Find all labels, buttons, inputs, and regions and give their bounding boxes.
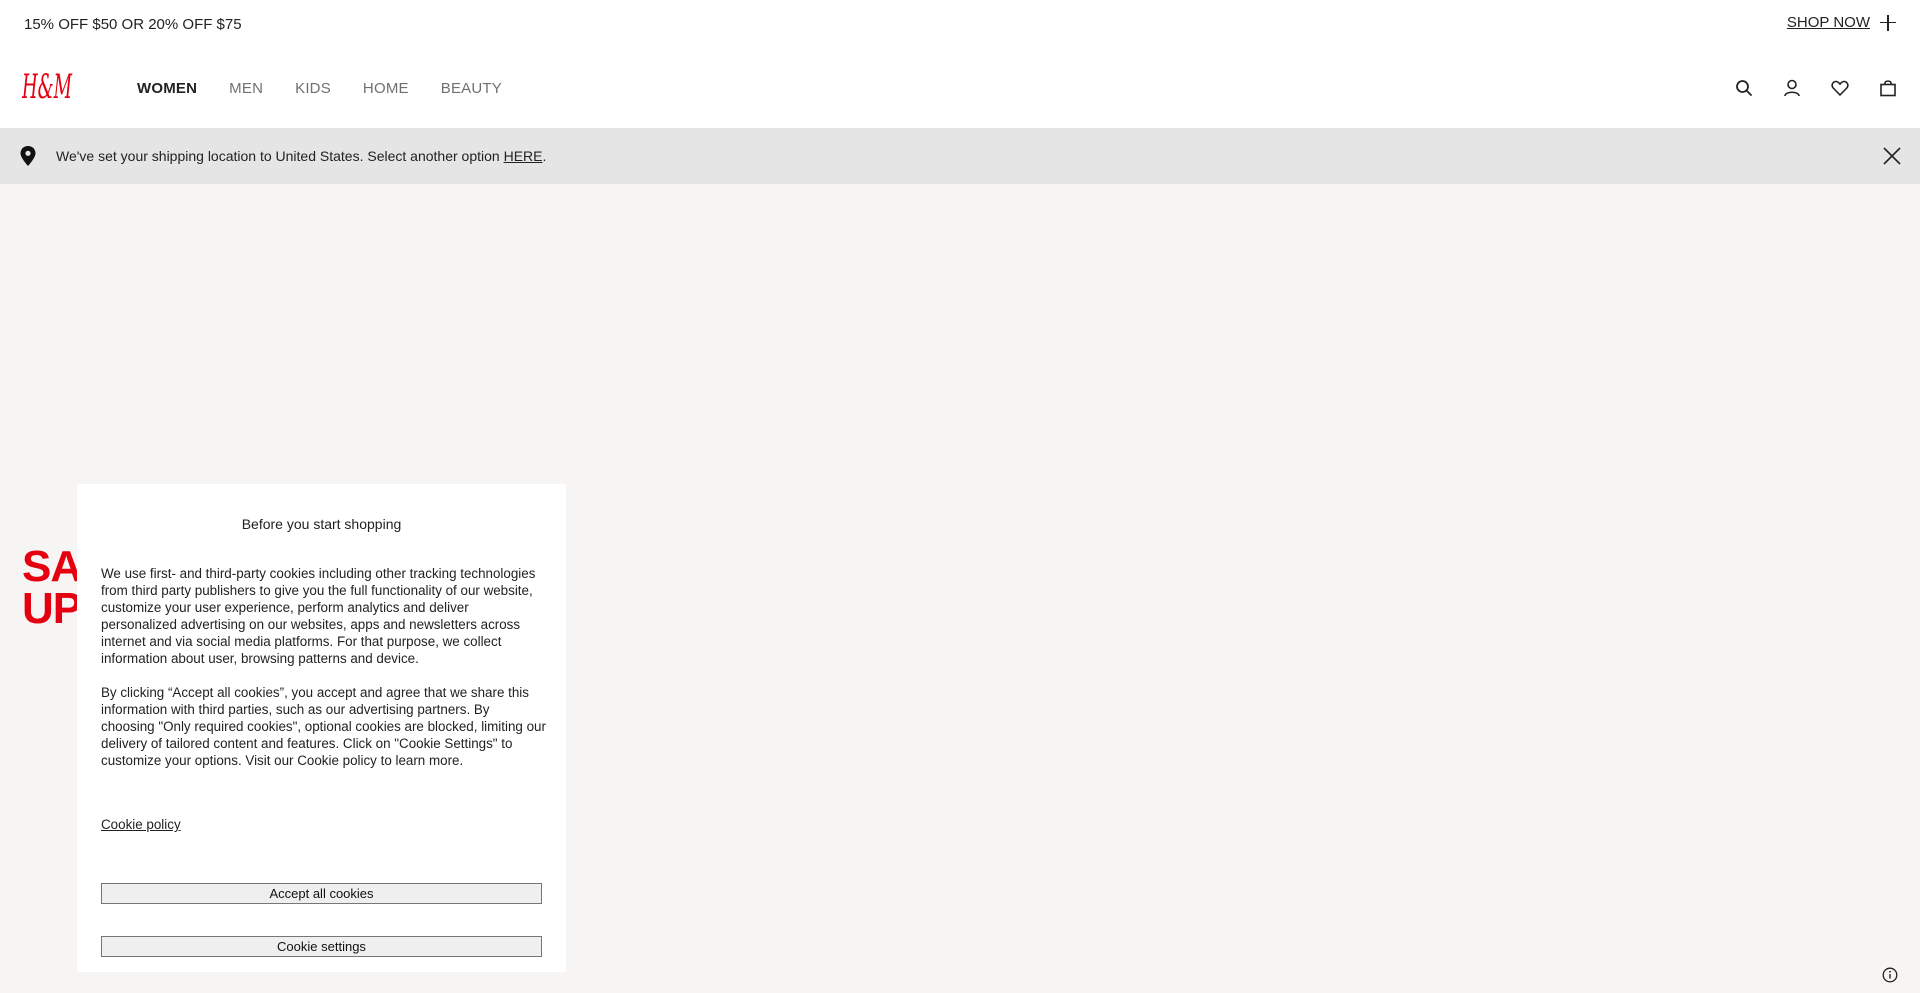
- plus-icon[interactable]: [1880, 14, 1896, 31]
- close-icon[interactable]: [1882, 146, 1902, 166]
- shipping-here-link[interactable]: HERE: [504, 148, 543, 164]
- shipping-message: We've set your shipping location to Unit…: [56, 148, 546, 164]
- promo-text: 15% OFF $50 OR 20% OFF $75: [24, 16, 242, 33]
- hero-line-2: UP: [22, 584, 82, 633]
- shopping-bag-icon[interactable]: [1878, 78, 1898, 98]
- cookie-paragraph-1: We use first- and third-party cookies in…: [101, 566, 536, 666]
- cookie-modal-body: We use first- and third-party cookies in…: [101, 565, 546, 786]
- search-icon[interactable]: [1734, 78, 1754, 98]
- hero-line-1: SA: [22, 542, 82, 591]
- cookie-settings-button[interactable]: Cookie settings: [101, 936, 542, 957]
- nav-home[interactable]: HOME: [363, 80, 409, 97]
- favorites-icon[interactable]: [1830, 78, 1850, 98]
- nav-women[interactable]: WOMEN: [137, 80, 197, 97]
- info-icon[interactable]: [1882, 967, 1898, 983]
- promo-bar: 15% OFF $50 OR 20% OFF $75 SHOP NOW: [0, 0, 1920, 50]
- shipping-message-suffix: .: [542, 148, 547, 164]
- hm-logo[interactable]: H&M: [21, 66, 74, 107]
- shop-now-link[interactable]: SHOP NOW: [1787, 14, 1896, 31]
- cookie-modal-title: Before you start shopping: [241, 516, 402, 532]
- header-icons: [1734, 78, 1898, 98]
- main-header: H&M WOMEN MEN KIDS HOME BEAUTY: [0, 50, 1920, 128]
- shop-now-label: SHOP NOW: [1786, 14, 1870, 31]
- nav-kids[interactable]: KIDS: [295, 80, 331, 97]
- cookie-consent-modal: Before you start shopping We use first- …: [77, 484, 566, 972]
- nav-men[interactable]: MEN: [229, 80, 263, 97]
- cookie-paragraph-2: By clicking “Accept all cookies”, you ac…: [101, 685, 546, 768]
- shipping-location-bar: We've set your shipping location to Unit…: [0, 128, 1920, 184]
- hero-headline: SA UP: [22, 542, 82, 633]
- account-icon[interactable]: [1782, 78, 1802, 98]
- shipping-message-text: We've set your shipping location to Unit…: [56, 148, 504, 164]
- hm-logo-icon: H&M: [21, 67, 73, 107]
- logo-text: H&M: [22, 67, 73, 106]
- cookie-policy-link[interactable]: Cookie policy: [101, 817, 181, 832]
- nav-beauty[interactable]: BEAUTY: [441, 80, 502, 97]
- accept-all-cookies-button[interactable]: Accept all cookies: [101, 883, 542, 904]
- location-pin-icon: [18, 145, 38, 167]
- main-nav: WOMEN MEN KIDS HOME BEAUTY: [137, 80, 502, 97]
